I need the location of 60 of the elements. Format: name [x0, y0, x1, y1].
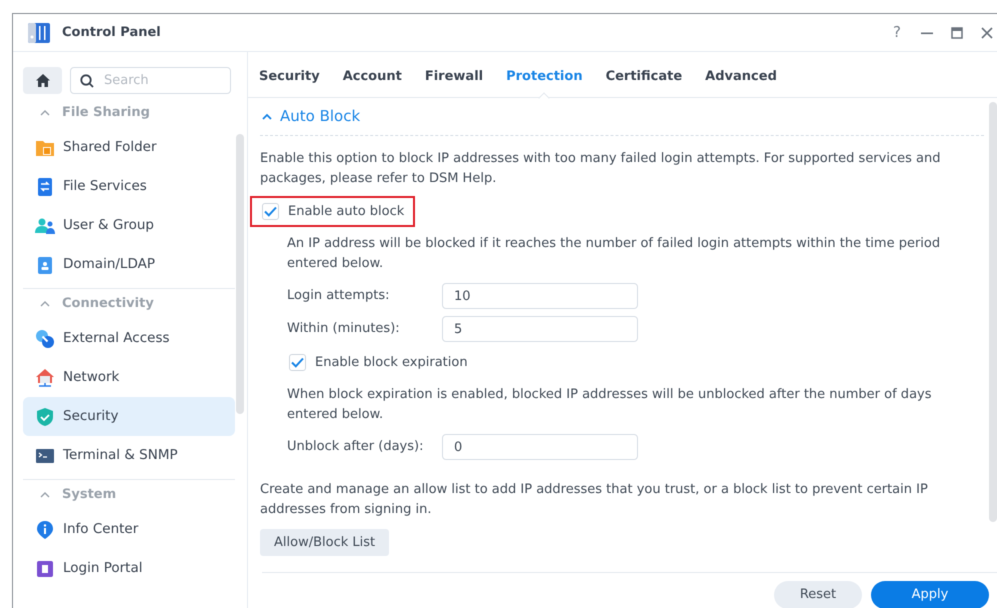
- sidebar-item[interactable]: Info Center: [23, 510, 235, 549]
- tab[interactable]: Firewall: [424, 57, 484, 97]
- tab[interactable]: Certificate: [606, 57, 682, 97]
- scrollbar[interactable]: [989, 102, 997, 522]
- sidebar-item[interactable]: External Access: [23, 319, 235, 358]
- checkbox[interactable]: [262, 203, 279, 220]
- shield-check-icon: [35, 406, 55, 426]
- search-field[interactable]: Search: [70, 67, 231, 94]
- tab[interactable]: Security: [259, 57, 320, 97]
- collapse-chevron-icon[interactable]: [40, 110, 50, 116]
- sidebar-item[interactable]: Network: [23, 358, 235, 397]
- home-icon: [36, 74, 50, 87]
- sidebar-item[interactable]: Terminal & SNMP: [23, 436, 235, 475]
- number-input-field[interactable]: 0: [442, 434, 638, 460]
- contact-card-icon: [35, 254, 55, 274]
- info-pin-icon: [35, 520, 55, 540]
- description-text: When block expiration is enabled, blocked IP addresses will be unblocked after the number of days entered below.: [287, 386, 932, 424]
- sidebar-item[interactable]: Domain/LDAP: [23, 245, 235, 284]
- close-icon[interactable]: [981, 26, 993, 38]
- file-transfer-icon: [35, 176, 55, 196]
- sidebar-item[interactable]: Shared Folder: [23, 128, 235, 167]
- home-button[interactable]: [23, 67, 62, 94]
- sidebar-item[interactable]: User & Group: [23, 206, 235, 245]
- section-heading: Connectivity: [62, 295, 154, 314]
- section-heading: System: [62, 486, 116, 504]
- chevron-up-icon[interactable]: [262, 113, 272, 120]
- description-text: An IP address will be blocked if it reaches the number of failed login attempts within the time period entered below.: [287, 235, 942, 273]
- apply-button[interactable]: Apply: [871, 581, 989, 608]
- reset-button[interactable]: Reset: [774, 581, 862, 608]
- link-icon: [35, 328, 55, 348]
- collapse-chevron-icon[interactable]: [40, 492, 50, 498]
- field-label: Unblock after (days):: [287, 438, 424, 456]
- field-label: Login attempts:: [287, 287, 391, 306]
- portal-icon: [35, 558, 55, 578]
- collapse-chevron-icon[interactable]: [40, 301, 50, 307]
- description-text: Enable this option to block IP addresses with too many failed login attempts. For supported services and packages, please refer to DSM Help.: [260, 150, 942, 188]
- tab[interactable]: Advanced: [705, 57, 777, 97]
- field-label: Within (minutes):: [287, 320, 401, 338]
- description-text: Create and manage an allow list to add IP addresses that you trust, or a block list to prevent certain IP addresses from signing in.: [260, 481, 929, 519]
- help-button[interactable]: ?: [893, 21, 901, 44]
- number-input-field[interactable]: 5: [442, 316, 638, 342]
- sidebar-item[interactable]: Login Portal: [23, 549, 235, 588]
- number-input-field[interactable]: 10: [442, 283, 638, 309]
- allow-block-list-button[interactable]: Allow/Block List: [260, 529, 390, 556]
- sidebar-item[interactable]: Security: [23, 397, 235, 436]
- search-icon: [80, 74, 94, 88]
- checkbox-label[interactable]: Enable block expiration: [315, 352, 468, 372]
- checkbox-label[interactable]: Enable auto block: [288, 202, 404, 222]
- tab[interactable]: Account: [342, 57, 402, 97]
- tab[interactable]: Protection: [506, 57, 583, 97]
- users-icon: [35, 216, 55, 236]
- maximize-icon[interactable]: [951, 26, 963, 38]
- section-title[interactable]: Auto Block: [280, 105, 360, 128]
- control-panel-app-icon: [27, 20, 51, 44]
- checkbox[interactable]: [289, 354, 306, 371]
- sidebar-item[interactable]: File Services: [23, 167, 235, 206]
- house-icon: [35, 368, 55, 388]
- section-heading: File Sharing: [62, 104, 150, 122]
- scrollbar[interactable]: [236, 134, 244, 414]
- window-title: Control Panel: [62, 24, 161, 42]
